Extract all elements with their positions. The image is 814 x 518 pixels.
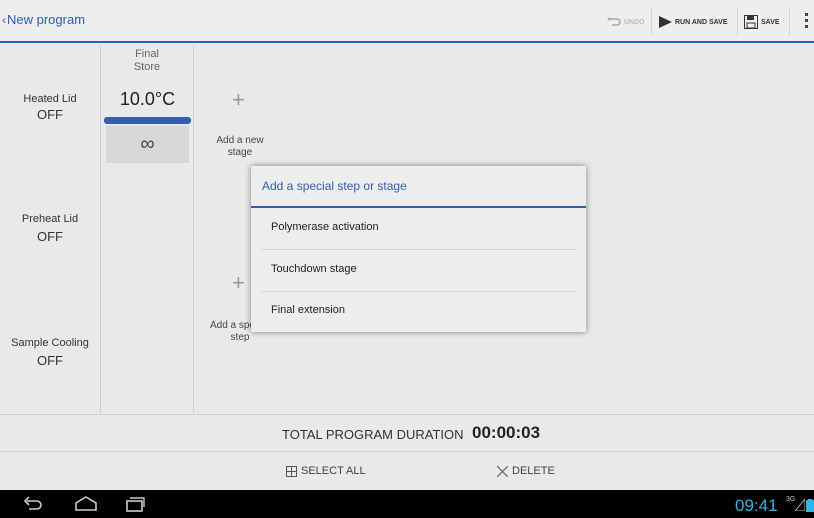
recent-apps-nav-icon[interactable] xyxy=(125,495,145,513)
option-label: Touchdown stage xyxy=(271,263,357,275)
system-navigation-bar xyxy=(0,490,814,518)
signal-type-label: 3G xyxy=(786,496,796,503)
option-label: Final extension xyxy=(271,304,345,316)
option-touchdown-stage[interactable]: Touchdown stage xyxy=(251,250,586,291)
battery-icon xyxy=(806,499,814,512)
option-final-extension[interactable]: Final extension xyxy=(251,291,586,332)
home-nav-icon[interactable] xyxy=(74,495,98,513)
special-step-dialog: Add a special step or stage Polymerase a… xyxy=(251,166,586,332)
option-label: Polymerase activation xyxy=(271,221,379,233)
dialog-title: Add a special step or stage xyxy=(262,179,407,193)
option-polymerase-activation[interactable]: Polymerase activation xyxy=(251,208,586,249)
status-clock: 09:41 xyxy=(735,496,778,515)
signal-icon xyxy=(795,499,805,511)
back-nav-icon[interactable] xyxy=(23,495,43,513)
